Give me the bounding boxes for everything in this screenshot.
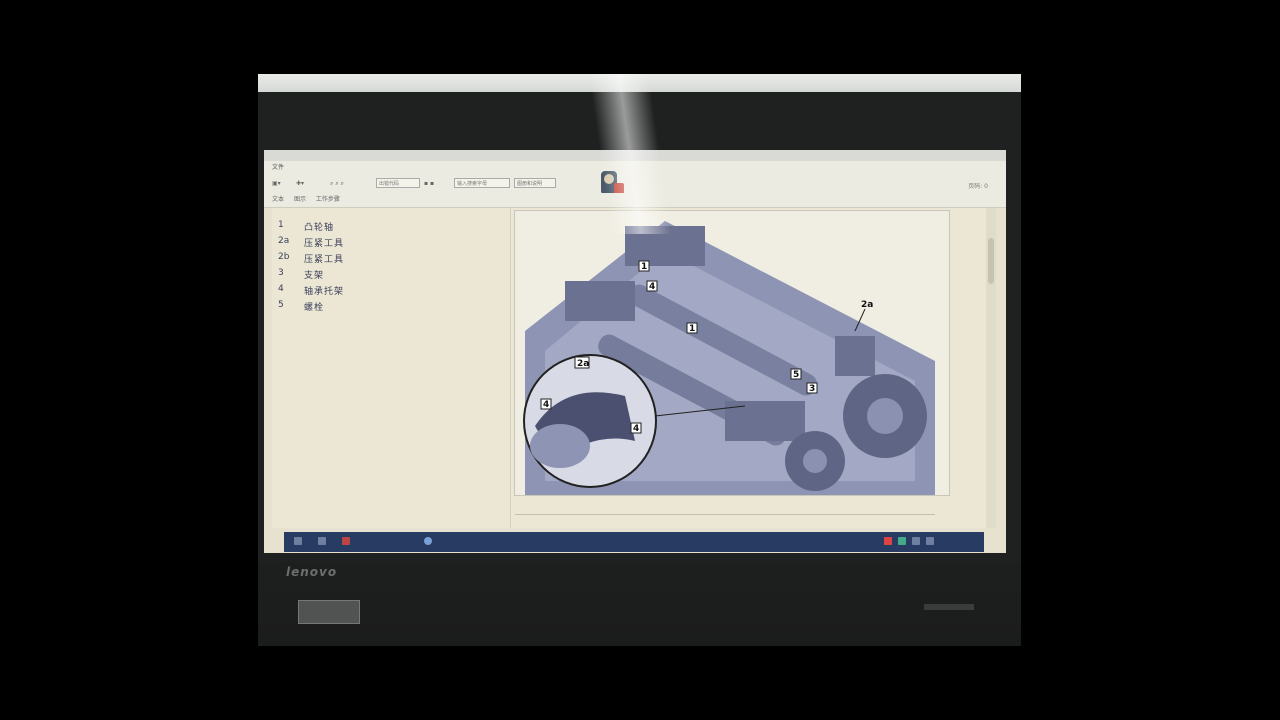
tray-icon[interactable] bbox=[898, 537, 906, 545]
taskbar-app-icon[interactable] bbox=[318, 537, 326, 545]
print-icon[interactable]: ▣▾ bbox=[272, 179, 281, 188]
callout-label: 2a bbox=[577, 359, 589, 369]
taskbar-app-icon[interactable] bbox=[342, 537, 350, 545]
callout-label: 3 bbox=[809, 384, 815, 394]
pane-divider bbox=[510, 208, 511, 528]
page-separator bbox=[515, 514, 935, 515]
legend-item: 4 轴承托架 bbox=[278, 284, 345, 297]
vertical-scrollbar[interactable] bbox=[986, 208, 996, 528]
nav-icon[interactable]: ✚▾ bbox=[296, 179, 304, 188]
laptop-brand-logo: lenovo bbox=[286, 565, 338, 579]
page-indicator: 页码: 0 bbox=[968, 183, 988, 190]
legend-item: 1 凸轮轴 bbox=[278, 220, 335, 233]
legend-item: 2a 压紧工具 bbox=[278, 236, 345, 249]
laptop-hinge-left bbox=[298, 600, 360, 624]
view-tabs: 文本 图示 工作步骤 bbox=[264, 193, 1006, 208]
camshaft-illustration: 1 4 1 2a 5 3 2a 4 4 bbox=[523, 221, 935, 495]
callout-label: 4 bbox=[633, 424, 639, 434]
engine-diagram: 1 4 1 2a 5 3 2a 4 4 bbox=[514, 210, 950, 496]
window-titlebar bbox=[264, 150, 1006, 161]
menu-file[interactable]: 文件 bbox=[272, 164, 284, 171]
document-content: 1 凸轮轴 2a 压紧工具 2b 压紧工具 3 支架 4 轴承托架 5 螺栓 1… bbox=[272, 208, 992, 528]
search-code-input[interactable]: 出错代码 bbox=[376, 178, 420, 188]
scroll-thumb[interactable] bbox=[988, 238, 994, 284]
callout-label: 2a bbox=[861, 300, 873, 310]
callout-label: 1 bbox=[689, 324, 695, 334]
legend-item: 3 支架 bbox=[278, 268, 325, 281]
start-icon[interactable] bbox=[294, 537, 302, 545]
tab-diagram[interactable]: 图示 bbox=[294, 193, 306, 207]
laptop-screen: 文件 ▣▾ ✚▾ ⌕ ⌕ ⌕ 出错代码 ▪ ▪ 输入搜索字母 图册和说明 页码:… bbox=[264, 150, 1006, 553]
tray-icon[interactable] bbox=[912, 537, 920, 545]
laptop-hinge-right bbox=[924, 604, 974, 610]
search-letter-combo[interactable]: 输入搜索字母 bbox=[454, 178, 510, 188]
tray-icon[interactable] bbox=[884, 537, 892, 545]
browser-icon[interactable] bbox=[424, 537, 432, 545]
callout-label: 4 bbox=[649, 282, 655, 292]
menu-bar: 文件 bbox=[264, 161, 1006, 175]
windows-taskbar bbox=[284, 532, 984, 552]
callout-label: 1 bbox=[641, 262, 647, 272]
legend-item: 5 螺栓 bbox=[278, 300, 325, 313]
callout-label: 4 bbox=[543, 400, 549, 410]
zoom-icon[interactable]: ⌕ ⌕ ⌕ bbox=[330, 179, 344, 188]
callout-label: 5 bbox=[793, 370, 799, 380]
legend-item: 2b 压紧工具 bbox=[278, 252, 345, 265]
tab-work-steps[interactable]: 工作步骤 bbox=[316, 193, 340, 207]
parts-legend: 1 凸轮轴 2a 压紧工具 2b 压紧工具 3 支架 4 轴承托架 5 螺栓 bbox=[278, 220, 508, 316]
tray-icon[interactable] bbox=[926, 537, 934, 545]
view-icon[interactable]: ▪ ▪ bbox=[424, 179, 434, 188]
toolbar: ▣▾ ✚▾ ⌕ ⌕ ⌕ 出错代码 ▪ ▪ 输入搜索字母 图册和说明 页码: 0 bbox=[264, 171, 1006, 195]
manual-button[interactable]: 图册和说明 bbox=[514, 178, 556, 188]
tab-text[interactable]: 文本 bbox=[272, 193, 284, 207]
